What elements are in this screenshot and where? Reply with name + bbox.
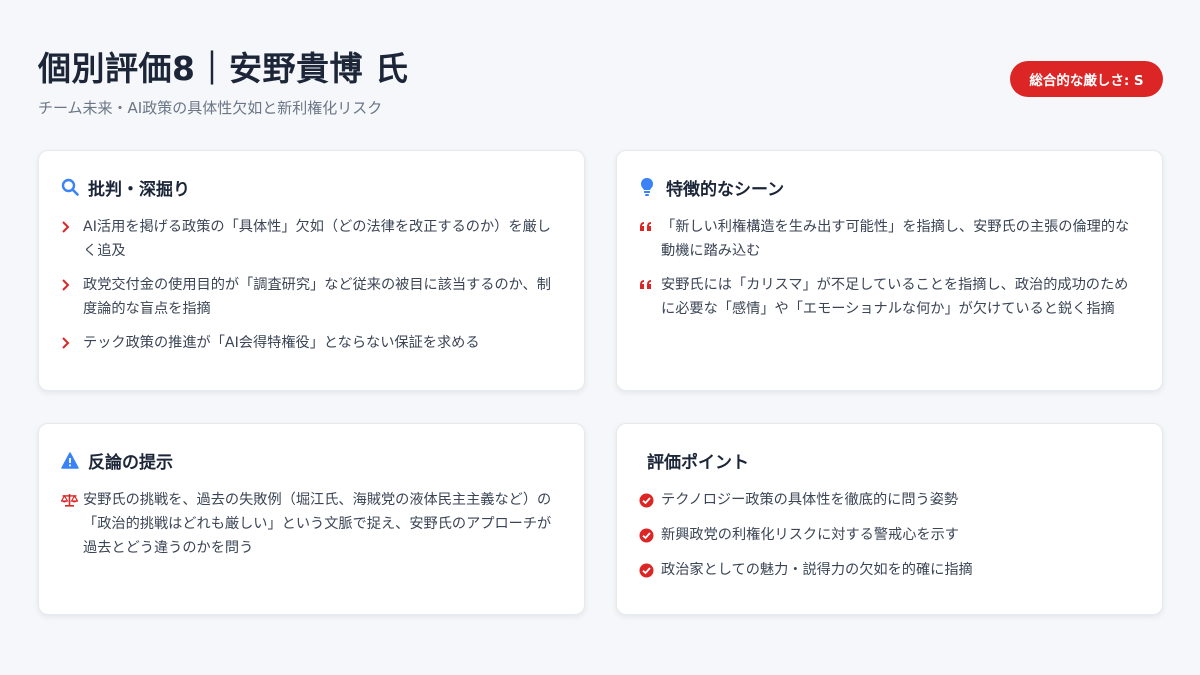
lightbulb-icon — [639, 176, 661, 198]
quote-icon — [639, 273, 661, 297]
list-item: AI活用を掲げる政策の「具体性」欠如（どの法律を改正するのか）を厳しく追及 — [61, 215, 562, 263]
chevron-right-icon — [61, 331, 83, 355]
list-item-text: 安野氏には「カリスマ」が不足していることを指摘し、政治的成功のために必要な「感情… — [661, 277, 1129, 317]
list-item: 安野氏には「カリスマ」が不足していることを指摘し、政治的成功のために必要な「感情… — [639, 273, 1140, 321]
list-item-text: テクノロジー政策の具体性を徹底的に問う姿勢 — [661, 492, 959, 508]
page-title: 個別評価8｜安野貴博 氏 — [38, 49, 409, 88]
warning-icon — [61, 449, 83, 471]
critique-title: 批判・深掘り — [88, 179, 190, 200]
check-circle-icon — [639, 523, 661, 547]
check-circle-icon — [639, 558, 661, 582]
severity-badge: 総合的な厳しさ: S — [1010, 61, 1163, 97]
points-card: 評価ポイント テクノロジー政策の具体性を徹底的に問う姿勢 新興政党の利権化リスク… — [616, 423, 1163, 615]
list-item: 政党交付金の使用目的が「調査研究」など従来の被目に該当するのか、制度論的な盲点を… — [61, 273, 562, 321]
points-title: 評価ポイント — [647, 452, 749, 473]
chevron-right-icon — [61, 273, 83, 297]
list-item: 「新しい利権構造を生み出す可能性」を指摘し、安野氏の主張の倫理的な動機に踏み込む — [639, 215, 1140, 263]
list-item-text: 政治家としての魅力・説得力の欠如を的確に指摘 — [661, 562, 973, 578]
counter-card: 反論の提示 安野氏の挑戦を、過去の失敗例（堀江氏、海賊党の液体民主主義など）の「… — [38, 423, 585, 615]
list-item: 政治家としての魅力・説得力の欠如を的確に指摘 — [639, 558, 1140, 582]
chevron-right-icon — [61, 215, 83, 239]
list-item-text: 「新しい利権構造を生み出す可能性」を指摘し、安野氏の主張の倫理的な動機に踏み込む — [661, 219, 1130, 259]
check-circle-icon — [639, 488, 661, 512]
search-icon — [61, 176, 83, 198]
list-item-text: 新興政党の利権化リスクに対する警戒心を示す — [661, 527, 959, 543]
scenes-title: 特徴的なシーン — [666, 179, 785, 200]
quote-icon — [639, 215, 661, 239]
list-item-text: 安野氏の挑戦を、過去の失敗例（堀江氏、海賊党の液体民主主義など）の「政治的挑戦は… — [83, 492, 552, 556]
list-item: 安野氏の挑戦を、過去の失敗例（堀江氏、海賊党の液体民主主義など）の「政治的挑戦は… — [61, 488, 562, 560]
critique-card: 批判・深掘り AI活用を掲げる政策の「具体性」欠如（どの法律を改正するのか）を厳… — [38, 150, 585, 391]
list-item: 新興政党の利権化リスクに対する警戒心を示す — [639, 523, 1140, 547]
page-subtitle: チーム未来・AI政策の具体性欠如と新利権化リスク — [38, 99, 383, 117]
scale-icon — [61, 488, 83, 512]
list-item-text: テック政策の推進が「AI会得特権役」とならない保証を求める — [83, 335, 480, 351]
scenes-card: 特徴的なシーン 「新しい利権構造を生み出す可能性」を指摘し、安野氏の主張の倫理的… — [616, 150, 1163, 391]
list-item: テック政策の推進が「AI会得特権役」とならない保証を求める — [61, 331, 562, 355]
list-item: テクノロジー政策の具体性を徹底的に問う姿勢 — [639, 488, 1140, 512]
list-item-text: 政党交付金の使用目的が「調査研究」など従来の被目に該当するのか、制度論的な盲点を… — [83, 277, 551, 317]
counter-title: 反論の提示 — [88, 452, 173, 473]
list-item-text: AI活用を掲げる政策の「具体性」欠如（どの法律を改正するのか）を厳しく追及 — [83, 219, 551, 259]
